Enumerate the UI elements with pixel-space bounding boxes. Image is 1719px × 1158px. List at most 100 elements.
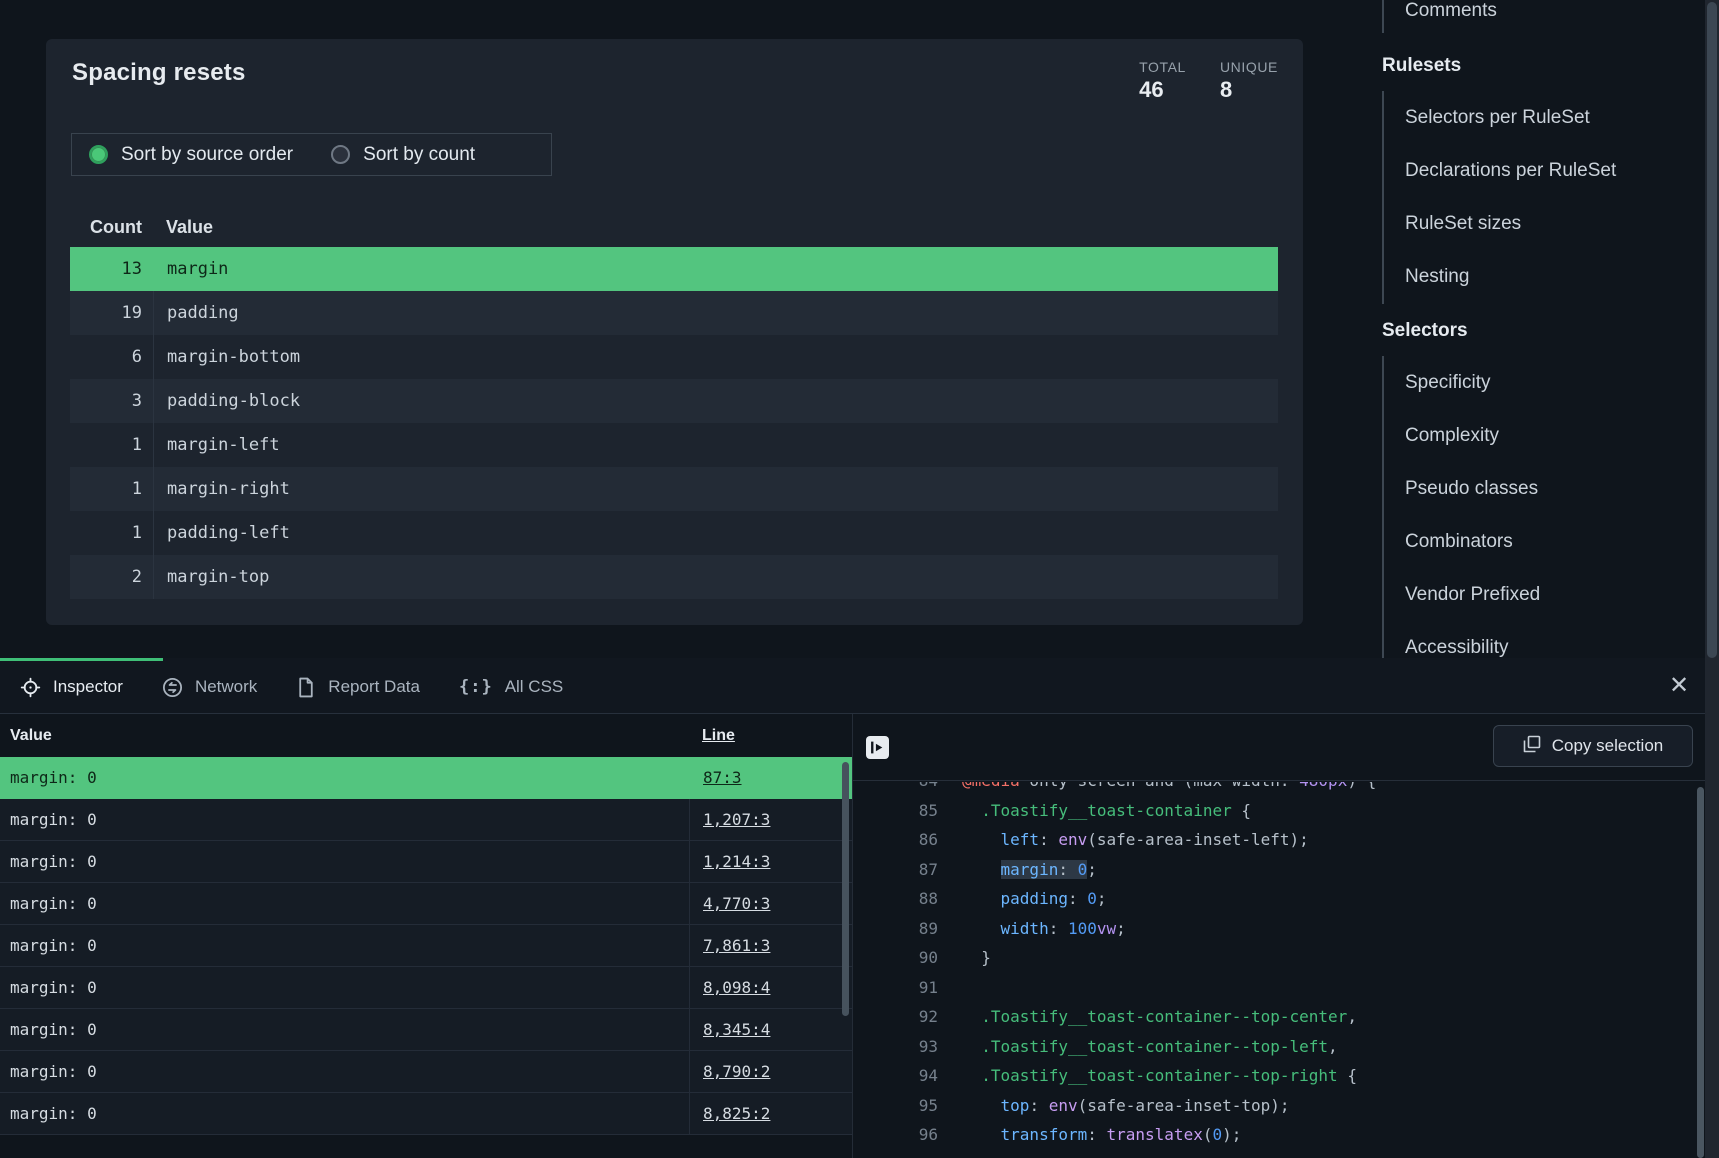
copy-button-label: Copy selection [1552, 736, 1664, 756]
result-row[interactable]: margin: 0 8,345:4 [0, 1009, 852, 1051]
row-count: 2 [70, 567, 153, 587]
line-link[interactable]: 1,214:3 [703, 852, 770, 871]
radio-label: Sort by source order [121, 144, 293, 166]
code-line: 84@media only screen and (max-width: 480… [853, 782, 1705, 796]
line-number: 96 [853, 1125, 938, 1144]
code-viewer: Copy selection 84@media only screen and … [853, 714, 1705, 1158]
stat-total-label: TOTAL [1139, 59, 1186, 75]
sidebar-item-declarations-per-ruleset[interactable]: Declarations per RuleSet [1405, 160, 1712, 182]
line-column-header[interactable]: Line [689, 727, 735, 745]
result-row[interactable]: margin: 0 1,207:3 [0, 799, 852, 841]
sidebar-item-specificity[interactable]: Specificity [1405, 372, 1712, 394]
sidebar-item-ruleset-sizes[interactable]: RuleSet sizes [1405, 213, 1712, 235]
stat-unique: UNIQUE 8 [1220, 59, 1278, 103]
row-value: margin-bottom [153, 335, 1278, 379]
table-row[interactable]: 1 padding-left [70, 511, 1278, 555]
code-viewer-header: Copy selection [853, 714, 1705, 781]
line-number: 84 [853, 782, 938, 790]
table-row[interactable]: 1 margin-left [70, 423, 1278, 467]
tab-label: Network [195, 677, 257, 697]
stats: TOTAL 46 UNIQUE 8 [1139, 59, 1278, 103]
row-value: padding-left [153, 511, 1278, 555]
sidebar-section-selectors: Selectors [1382, 318, 1712, 344]
sidebar-item-complexity[interactable]: Complexity [1405, 425, 1712, 447]
row-value: padding [153, 291, 1278, 335]
code-line: 91 [853, 973, 1705, 1003]
result-row[interactable]: margin: 0 8,825:2 [0, 1093, 852, 1135]
line-link[interactable]: 1,207:3 [703, 810, 770, 829]
copy-selection-button[interactable]: Copy selection [1493, 725, 1693, 767]
row-count: 13 [70, 259, 153, 279]
radio-label: Sort by count [363, 144, 475, 166]
sidebar-item-selectors-per-ruleset[interactable]: Selectors per RuleSet [1405, 107, 1712, 129]
window-scrollbar-thumb[interactable] [1707, 2, 1717, 658]
line-link[interactable]: 8,345:4 [703, 1020, 770, 1039]
row-count: 1 [70, 523, 153, 543]
crosshair-icon [20, 677, 41, 698]
result-row[interactable]: margin: 0 7,861:3 [0, 925, 852, 967]
result-row[interactable]: margin: 0 8,790:2 [0, 1051, 852, 1093]
line-link[interactable]: 7,861:3 [703, 936, 770, 955]
radio-sort-count[interactable]: Sort by count [331, 144, 475, 166]
line-link[interactable]: 4,770:3 [703, 894, 770, 913]
results-scrollbar[interactable] [842, 762, 849, 1016]
inspector-tabbar: Inspector Network Report Data {:} [0, 661, 1719, 713]
code-line: 96 transform: translatex(0); [853, 1120, 1705, 1150]
code-line: 93 .Toastify__toast-container--top-left, [853, 1032, 1705, 1062]
table-row[interactable]: 3 padding-block [70, 379, 1278, 423]
result-row[interactable]: margin: 0 87:3 [0, 757, 852, 799]
code-line: 86 left: env(safe-area-inset-left); [853, 825, 1705, 855]
sidebar-item-accessibility[interactable]: Accessibility [1405, 637, 1712, 658]
line-link[interactable]: 87:3 [703, 768, 742, 787]
result-row[interactable]: margin: 0 1,214:3 [0, 841, 852, 883]
value-column-header: Value [0, 727, 689, 745]
tab-all-css[interactable]: {:} All CSS [459, 677, 563, 697]
tab-inspector[interactable]: Inspector [20, 677, 123, 698]
result-row[interactable]: margin: 0 8,098:4 [0, 967, 852, 1009]
declaration-value: margin: 0 [0, 852, 689, 871]
row-value: padding-block [153, 379, 1278, 423]
sidebar-item-pseudo-classes[interactable]: Pseudo classes [1405, 478, 1712, 500]
expand-panel-icon[interactable] [866, 736, 889, 759]
row-value: margin-top [153, 555, 1278, 599]
line-link[interactable]: 8,098:4 [703, 978, 770, 997]
line-number: 87 [853, 860, 938, 879]
close-icon[interactable]: ✕ [1662, 668, 1696, 702]
row-count: 6 [70, 347, 153, 367]
line-link[interactable]: 8,825:2 [703, 1104, 770, 1123]
table-row[interactable]: 2 margin-top [70, 555, 1278, 599]
nav-group: Specificity Complexity Pseudo classes Co… [1382, 356, 1712, 658]
sidebar-item-combinators[interactable]: Combinators [1405, 531, 1712, 553]
radio-selected-icon[interactable] [89, 145, 108, 164]
table-row[interactable]: 13 margin [70, 247, 1278, 291]
nav-group: Comments [1382, 0, 1712, 33]
line-link[interactable]: 8,790:2 [703, 1062, 770, 1081]
code-scrollbar[interactable] [1697, 787, 1704, 1158]
stat-unique-label: UNIQUE [1220, 59, 1278, 75]
code-body[interactable]: 84@media only screen and (max-width: 480… [853, 782, 1705, 1158]
table-row[interactable]: 1 margin-right [70, 467, 1278, 511]
declaration-value: margin: 0 [0, 978, 689, 997]
tab-report-data[interactable]: Report Data [296, 677, 420, 698]
sidebar-item-vendor-prefixed[interactable]: Vendor Prefixed [1405, 584, 1712, 606]
table-row[interactable]: 19 padding [70, 291, 1278, 335]
tab-network[interactable]: Network [162, 677, 257, 698]
result-row[interactable]: margin: 0 4,770:3 [0, 883, 852, 925]
window-scrollbar-track[interactable] [1705, 0, 1719, 1158]
row-value: margin-right [153, 467, 1278, 511]
line-number: 89 [853, 919, 938, 938]
value-column-header: Value [153, 217, 213, 238]
code-line: 94 .Toastify__toast-container--top-right… [853, 1061, 1705, 1091]
table-row[interactable]: 6 margin-bottom [70, 335, 1278, 379]
stat-total-value: 46 [1139, 77, 1186, 103]
tab-label: Inspector [53, 677, 123, 697]
braces-icon: {:} [459, 677, 493, 697]
line-number: 85 [853, 801, 938, 820]
sidebar-section-rulesets: Rulesets [1382, 53, 1712, 79]
sidebar-item-nesting[interactable]: Nesting [1405, 266, 1712, 288]
radio-unselected-icon[interactable] [331, 145, 350, 164]
swap-arrows-icon [162, 677, 183, 698]
sort-radio-group: Sort by source order Sort by count [71, 133, 552, 176]
radio-sort-source-order[interactable]: Sort by source order [89, 144, 293, 166]
sidebar-item-comments[interactable]: Comments [1405, 0, 1712, 22]
